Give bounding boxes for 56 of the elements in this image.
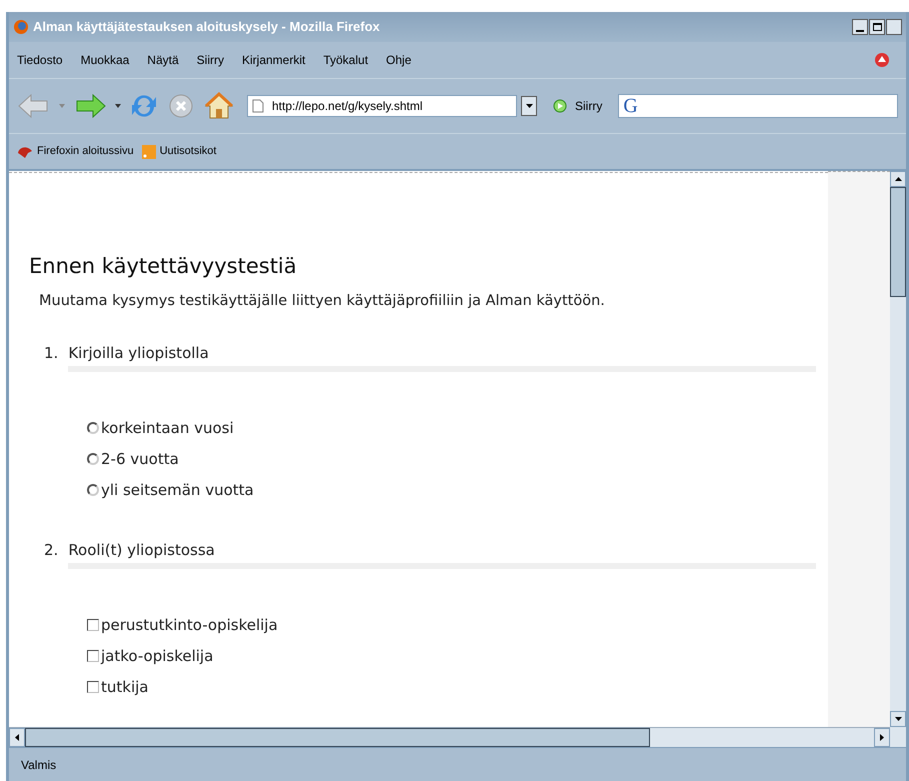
option-label: perustutkinto-opiskelija xyxy=(101,614,278,636)
dropdown-button[interactable] xyxy=(521,96,537,116)
menu-item[interactable]: Siirry xyxy=(196,51,224,69)
option-label: korkeintaan vuosi xyxy=(101,418,234,438)
feed-icon xyxy=(142,144,156,158)
caret-icon xyxy=(59,104,65,108)
menu-item[interactable]: Kirjanmerkit xyxy=(242,51,306,69)
scroll-left-button[interactable] xyxy=(9,728,25,747)
home-icon xyxy=(203,91,235,121)
go-button[interactable]: Siirry xyxy=(553,97,602,115)
caret-icon xyxy=(115,104,121,108)
question-number: 2. xyxy=(44,540,58,562)
address-field[interactable]: http://lepo.net/g/kysely.shtml xyxy=(247,95,517,117)
radio-button[interactable] xyxy=(87,422,99,434)
firefox-logo-icon xyxy=(13,19,29,35)
menu-item[interactable]: Näytä xyxy=(147,51,179,69)
caret-icon xyxy=(894,717,902,721)
scrollbar-thumb[interactable] xyxy=(25,728,650,747)
option-label: tutkija xyxy=(101,676,148,698)
stop-icon xyxy=(167,92,195,120)
bookmark-link[interactable]: Uutisotsikot xyxy=(142,143,216,160)
menu-item[interactable]: Ohje xyxy=(386,51,412,69)
menu-item[interactable]: Työkalut xyxy=(323,51,368,69)
menu-item[interactable]: Tiedosto xyxy=(17,51,63,69)
scroll-up-button[interactable] xyxy=(890,171,906,187)
question-title: Kirjoilla yliopistolla xyxy=(68,342,816,372)
option-label: jatko-opiskelija xyxy=(101,646,214,666)
status-text: Valmis xyxy=(21,756,56,774)
question-number: 1. xyxy=(44,343,58,364)
menu-item[interactable]: Muokkaa xyxy=(80,51,130,69)
caret-icon xyxy=(894,177,902,181)
minimize-button[interactable] xyxy=(852,19,868,35)
radio-button[interactable] xyxy=(87,452,99,465)
maximize-button[interactable] xyxy=(869,19,885,35)
radio-button[interactable] xyxy=(87,484,99,496)
checkbox[interactable] xyxy=(87,680,99,693)
checkbox[interactable] xyxy=(87,618,99,631)
caret-icon xyxy=(880,734,884,741)
scroll-down-button[interactable] xyxy=(890,711,906,727)
page-heading: Ennen käytettävyystestiä xyxy=(29,253,298,280)
alert-icon xyxy=(874,52,890,68)
option-label: 2-6 vuotta xyxy=(101,448,179,470)
window-title: Alman käyttäjätestauksen aloituskysely - Mozilla Firefox xyxy=(33,18,381,36)
caret-icon xyxy=(526,104,532,108)
scrollbar-thumb[interactable] xyxy=(890,187,906,297)
checkbox[interactable] xyxy=(87,650,99,662)
play-icon xyxy=(553,99,567,113)
bird-icon xyxy=(17,144,33,158)
intro-text: Muutama kysymys testikäyttäjälle liittyen käyttäjäprofiiliin ja Alman käyttöön. xyxy=(38,292,606,310)
question-title: Rooli(t) yliopistossa xyxy=(68,539,816,570)
option-label: yli seitsemän vuotta xyxy=(101,480,254,500)
search-field[interactable]: G xyxy=(618,94,898,118)
caret-icon xyxy=(15,734,19,741)
scroll-right-button[interactable] xyxy=(874,728,890,747)
page-icon xyxy=(252,99,264,113)
bookmark-link[interactable]: Firefoxin aloitussivu xyxy=(17,143,134,160)
